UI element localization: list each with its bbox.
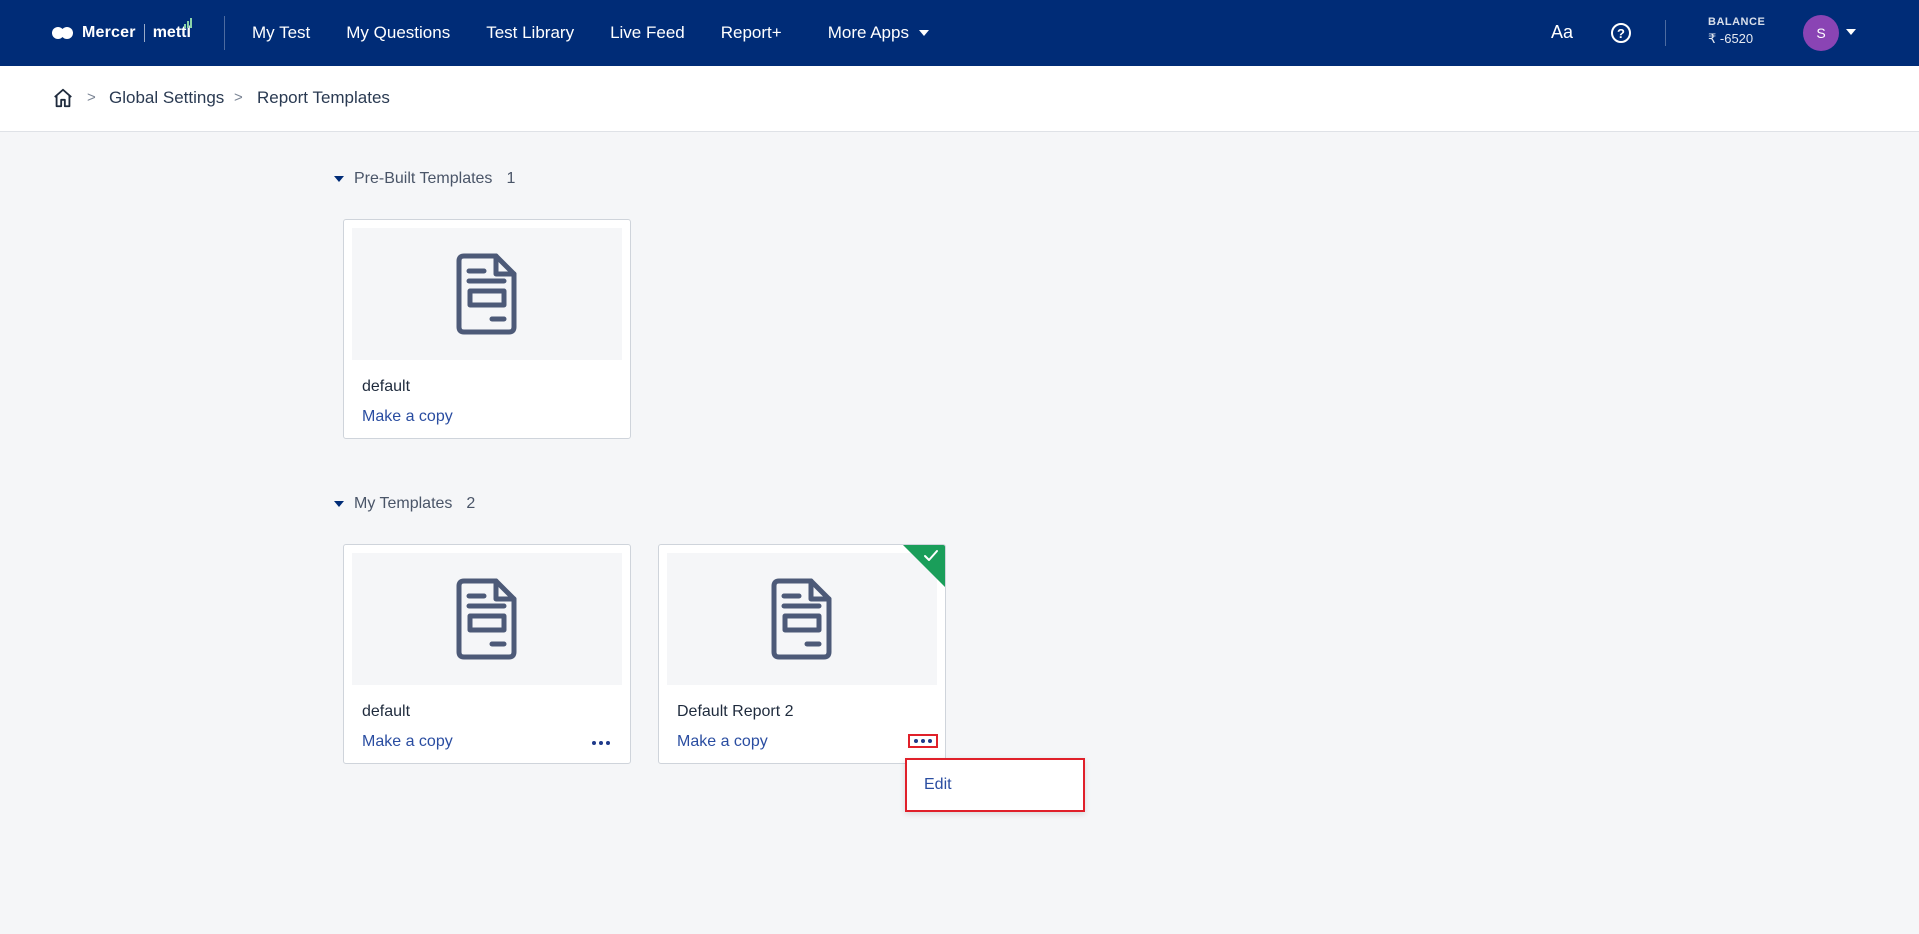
breadcrumb-separator: >: [234, 89, 243, 106]
brand-name: Mercer: [82, 24, 136, 41]
document-icon: [771, 578, 832, 660]
brand-separator: [143, 24, 145, 42]
caret-down-icon: [334, 501, 344, 507]
section-prebuilt-toggle[interactable]: Pre-Built Templates 1: [334, 170, 515, 188]
template-name: Default Report 2: [677, 703, 794, 720]
balance-value: ₹ -6520: [1708, 31, 1754, 46]
nav-live-feed[interactable]: Live Feed: [610, 23, 685, 43]
checkmark-icon: [924, 550, 938, 561]
make-copy-link[interactable]: Make a copy: [677, 733, 768, 751]
template-name: default: [362, 703, 411, 720]
section-my-templates-toggle[interactable]: My Templates 2: [334, 495, 475, 513]
template-name: default: [362, 378, 411, 395]
template-card[interactable]: default Make a copy: [343, 219, 631, 439]
make-copy-link[interactable]: Make a copy: [362, 733, 453, 751]
top-navigation-bar: Mercer mettl My Test My Questions Test L…: [0, 0, 1919, 66]
product-name: mettl: [153, 18, 192, 42]
mettl-bars-icon: [183, 18, 192, 28]
more-options-icon[interactable]: [592, 741, 610, 745]
menu-item-edit[interactable]: Edit: [924, 776, 952, 794]
nav-my-questions[interactable]: My Questions: [346, 23, 450, 43]
nav-my-test[interactable]: My Test: [252, 23, 310, 43]
nav-more-apps-label: More Apps: [827, 23, 909, 42]
template-thumbnail: [667, 553, 937, 685]
document-icon: [456, 578, 517, 660]
brand-logo[interactable]: Mercer mettl: [52, 18, 192, 46]
nav-test-library[interactable]: Test Library: [486, 23, 574, 43]
breadcrumb: > Global Settings > Report Templates: [0, 66, 1919, 132]
document-icon: [456, 253, 517, 335]
template-card-selected[interactable]: Default Report 2 Make a copy: [658, 544, 946, 764]
template-card[interactable]: default Make a copy: [343, 544, 631, 764]
breadcrumb-global-settings[interactable]: Global Settings: [109, 88, 224, 108]
mercer-logo-icon: [52, 26, 74, 40]
balance-label: BALANCE: [1708, 16, 1766, 28]
font-size-toggle[interactable]: Aa: [1551, 22, 1573, 43]
home-icon[interactable]: [52, 87, 74, 109]
template-thumbnail: [352, 553, 622, 685]
nav-more-apps[interactable]: More Apps: [828, 23, 929, 43]
chevron-down-icon: [918, 30, 929, 36]
nav-divider: [224, 16, 225, 50]
template-thumbnail: [352, 228, 622, 360]
balance-widget: BALANCE ₹ -6520: [1708, 16, 1765, 47]
user-avatar[interactable]: S: [1803, 15, 1839, 51]
help-icon[interactable]: ?: [1611, 23, 1631, 43]
main-nav: My Test My Questions Test Library Live F…: [252, 0, 965, 66]
more-options-icon[interactable]: [908, 734, 938, 748]
breadcrumb-separator: >: [87, 89, 96, 106]
section-my-templates-count: 2: [466, 495, 476, 512]
nav-report-plus[interactable]: Report+: [721, 23, 782, 43]
breadcrumb-report-templates: Report Templates: [257, 88, 390, 107]
toolbar-divider: [1665, 20, 1666, 46]
caret-down-icon: [334, 176, 344, 182]
section-prebuilt-count: 1: [506, 170, 516, 187]
section-my-templates-title: My Templates: [354, 495, 453, 512]
section-prebuilt-title: Pre-Built Templates: [354, 170, 493, 187]
user-menu-chevron-down-icon[interactable]: [1846, 29, 1856, 35]
make-copy-link[interactable]: Make a copy: [362, 408, 453, 426]
template-options-menu: Edit: [905, 758, 1085, 812]
